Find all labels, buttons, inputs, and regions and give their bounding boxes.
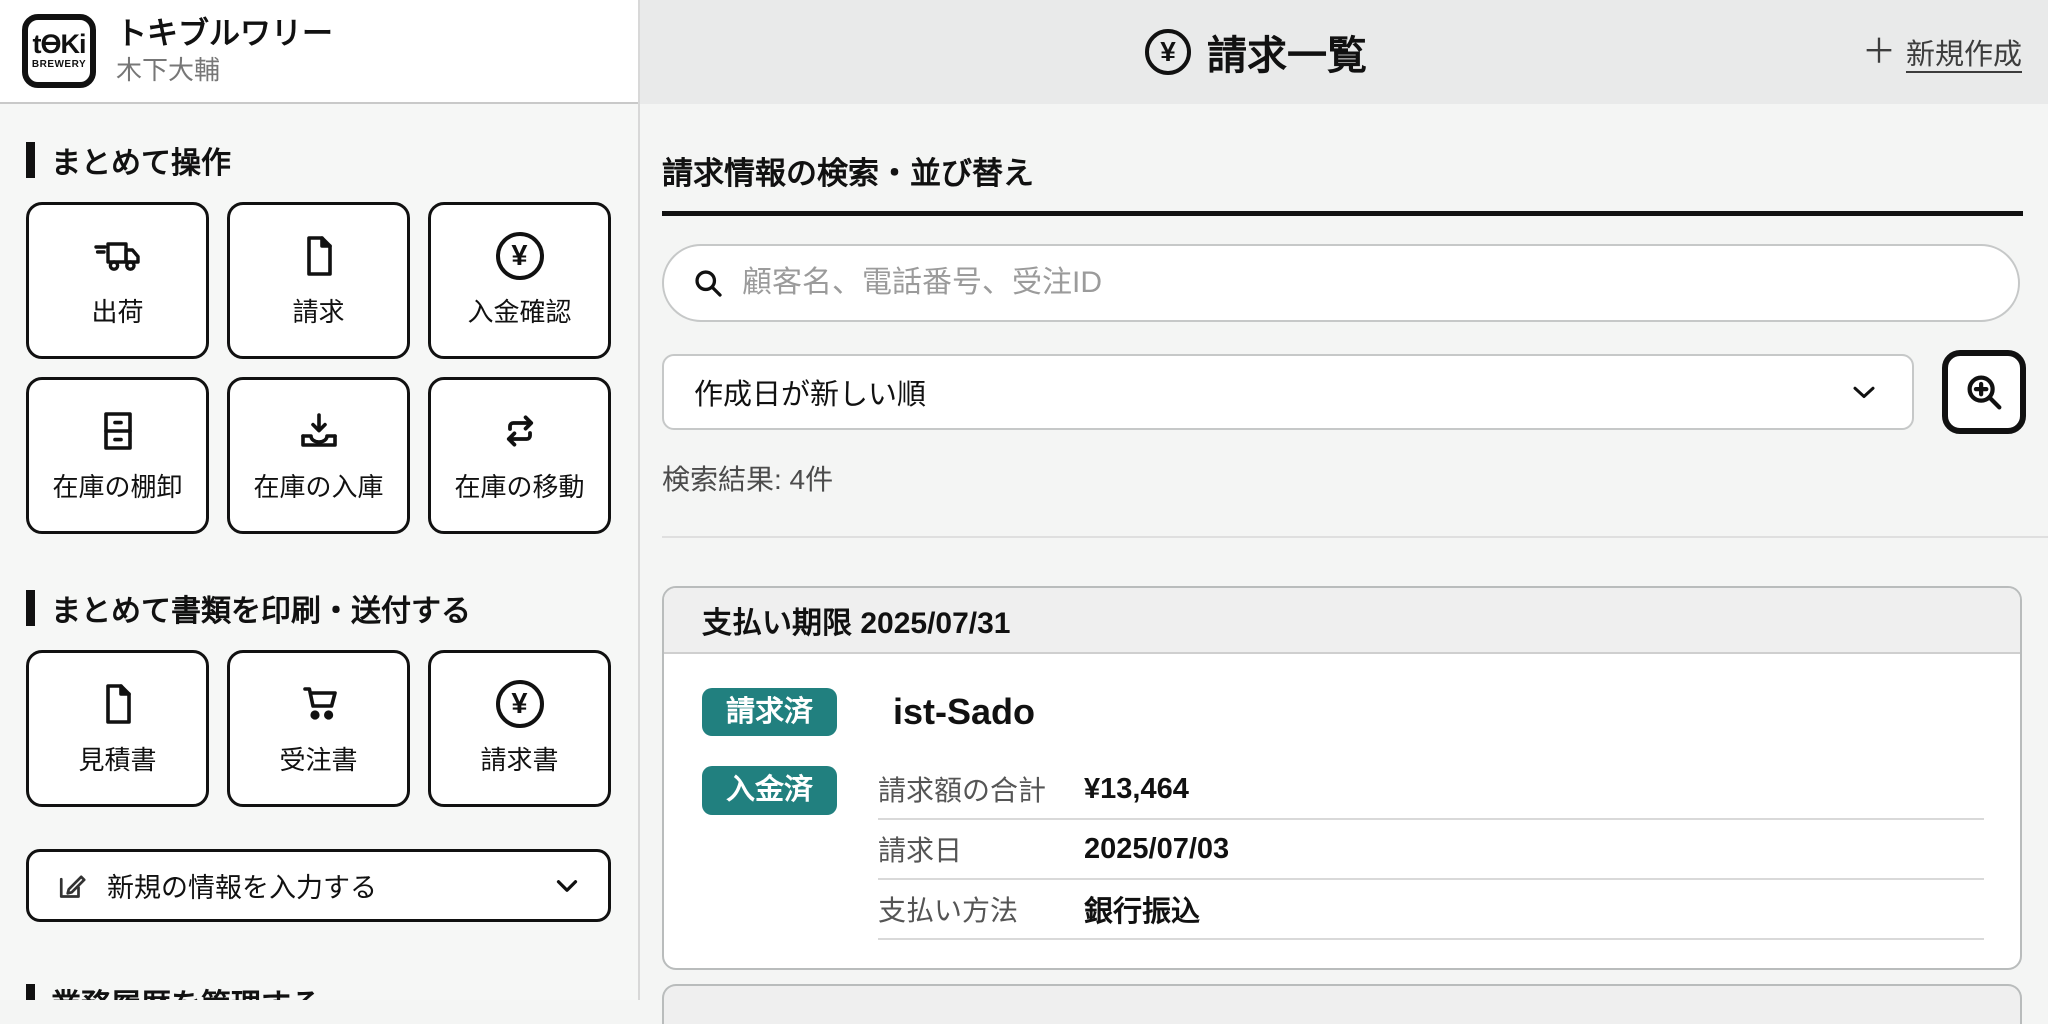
yen-circle-icon: ¥: [1145, 29, 1191, 75]
sort-select[interactable]: 作成日が新しい順: [662, 354, 1914, 430]
invoice-details: 入金済 請求額の合計 ¥13,464 請求日 2025/07/03 支払い方法: [702, 760, 1984, 940]
section-bar: [26, 590, 35, 626]
profile-header: tƟKi BREWERY トキブルワリー 木下大輔: [0, 0, 638, 104]
toki-brewery-logo: tƟKi BREWERY: [22, 14, 96, 88]
section-bar: [26, 984, 35, 1000]
page-title: 請求一覧: [1207, 23, 1367, 81]
logo-subtext: BREWERY: [32, 58, 86, 71]
invoice-card-header: 支払い期限 2025/07/31: [664, 588, 2020, 654]
due-date-label: 支払い期限 2025/07/31: [702, 598, 1010, 642]
badge-column: 入金済: [702, 760, 878, 940]
search-icon: [690, 265, 726, 301]
list-divider: [662, 536, 2048, 538]
section-bar: [26, 142, 35, 178]
stock-move-button[interactable]: 在庫の移動: [428, 377, 611, 534]
section-title-batch-actions: まとめて操作: [26, 138, 612, 182]
inbox-arrow-down-icon: [295, 407, 343, 455]
yen-circle-icon: ¥: [496, 232, 544, 280]
sort-row: 作成日が新しい順: [662, 350, 2048, 434]
customer-row: 請求済 ist-Sado: [702, 680, 1984, 744]
documents-grid: 見積書 受注書 ¥ 請求書: [26, 650, 612, 807]
cart-icon: [295, 680, 343, 728]
create-new-button[interactable]: ＋ 新規作成: [1862, 0, 2022, 104]
search-result-count: 検索結果: 4件: [662, 458, 2048, 498]
transfer-arrows-icon: [496, 407, 544, 455]
chevron-down-icon: [1846, 374, 1882, 410]
table-row: 支払い方法 銀行振込: [878, 880, 1984, 940]
new-entry-dropdown[interactable]: 新規の情報を入力する: [26, 849, 611, 922]
truck-icon: [92, 232, 144, 280]
chevron-down-icon: [550, 869, 584, 903]
document-icon: [94, 680, 142, 728]
stock-in-button[interactable]: 在庫の入庫: [227, 377, 410, 534]
invoice-button[interactable]: 請求: [227, 202, 410, 359]
section-title-history: 業務履歴を管理する: [26, 980, 612, 1000]
customer-name: ist-Sado: [893, 691, 1035, 733]
main-panel: ¥ 請求一覧 ＋ 新規作成 請求情報の検索・並び替え 作成日が新しい順: [640, 0, 2048, 1000]
page-header: ¥ 請求一覧 ＋ 新規作成: [640, 0, 2048, 104]
cabinet-icon: [94, 407, 142, 455]
zoom-in-icon: [1961, 369, 2007, 415]
stocktake-button[interactable]: 在庫の棚卸: [26, 377, 209, 534]
heading-underline: [662, 211, 2023, 216]
batch-action-grid: 出荷 請求 ¥ 入金確認 在庫の棚卸: [26, 202, 612, 534]
table-row: 請求日 2025/07/03: [878, 820, 1984, 880]
order-sheet-button[interactable]: 受注書: [227, 650, 410, 807]
plus-icon: ＋: [1862, 35, 1896, 69]
page-title-group: ¥ 請求一覧: [1145, 0, 1367, 104]
invoice-card-body: 請求済 ist-Sado 入金済 請求額の合計 ¥13,464 請求日: [664, 654, 2020, 968]
company-name: トキブルワリー: [116, 15, 333, 54]
quotation-button[interactable]: 見積書: [26, 650, 209, 807]
shipping-button[interactable]: 出荷: [26, 202, 209, 359]
yen-circle-icon: ¥: [496, 680, 544, 728]
search-section-heading: 請求情報の検索・並び替え: [662, 148, 2048, 193]
document-icon: [295, 232, 343, 280]
detail-rows: 請求額の合計 ¥13,464 請求日 2025/07/03 支払い方法 銀行振込: [878, 760, 1984, 940]
status-badge-paid: 入金済: [702, 766, 837, 815]
profile-names: トキブルワリー 木下大輔: [116, 15, 333, 86]
search-input[interactable]: [742, 266, 1992, 300]
sidebar: tƟKi BREWERY トキブルワリー 木下大輔 まとめて操作 出荷: [0, 0, 640, 1000]
user-name: 木下大輔: [116, 54, 333, 87]
edit-icon: [53, 868, 89, 904]
next-invoice-card-top: [662, 984, 2022, 1024]
payment-confirm-button[interactable]: ¥ 入金確認: [428, 202, 611, 359]
search-bar: [662, 244, 2020, 322]
table-row: 請求額の合計 ¥13,464: [878, 760, 1984, 820]
invoice-card[interactable]: 支払い期限 2025/07/31 請求済 ist-Sado 入金済 請求額の合計…: [662, 586, 2022, 970]
logo-text: tƟKi: [33, 31, 86, 58]
advanced-search-button[interactable]: [1942, 350, 2026, 434]
invoice-doc-button[interactable]: ¥ 請求書: [428, 650, 611, 807]
status-badge-invoiced: 請求済: [702, 688, 837, 737]
section-title-print-send: まとめて書類を印刷・送付する: [26, 586, 612, 630]
